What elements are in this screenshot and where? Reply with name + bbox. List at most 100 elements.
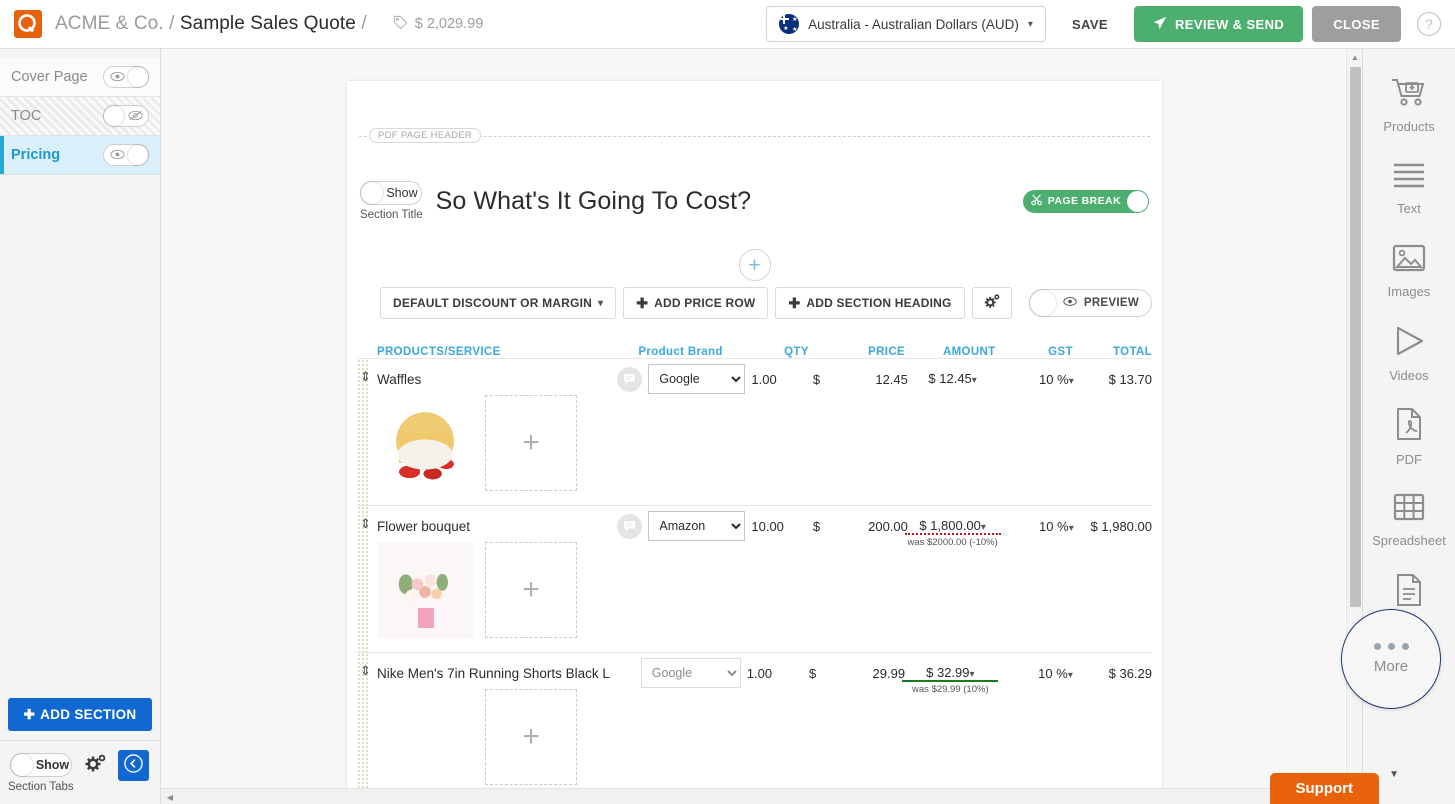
forms-document-icon — [1395, 573, 1423, 612]
drag-handle-icon[interactable]: ⇕ — [360, 664, 371, 677]
row-amount-value[interactable]: $ 12.45 — [928, 371, 971, 386]
currency-selector[interactable]: ★ ★ ★ Australia - Australian Dollars (AU… — [766, 6, 1046, 42]
chevron-down-icon[interactable]: ▾ — [972, 375, 977, 386]
rail-item-pdf[interactable]: PDF — [1363, 395, 1455, 478]
document-canvas: PDF PAGE HEADER Show Section Title So Wh… — [161, 49, 1345, 790]
add-section-heading-button[interactable]: ✚ ADD SECTION HEADING — [775, 287, 964, 319]
add-price-row-button[interactable]: ✚ ADD PRICE ROW — [623, 287, 768, 319]
column-header-price[interactable]: PRICE — [809, 346, 905, 358]
plus-icon: ✚ — [24, 707, 36, 723]
help-icon[interactable]: ? — [1417, 12, 1441, 36]
add-row-image-button[interactable]: + — [485, 542, 577, 638]
row-brand-select[interactable]: Google — [648, 364, 745, 394]
rail-item-label: Spreadsheet — [1372, 533, 1446, 548]
row-brand-select[interactable]: Google — [641, 658, 741, 688]
scroll-up-arrow-icon[interactable]: ▲ — [1347, 49, 1363, 65]
cover-page-visibility-toggle[interactable] — [103, 66, 149, 88]
row-product-name[interactable]: Waffles — [377, 372, 617, 387]
sidebar-item-pricing[interactable]: Pricing — [0, 136, 160, 175]
scroll-left-arrow-icon[interactable]: ◀ — [162, 789, 178, 804]
column-header-brand[interactable]: Product Brand — [620, 346, 741, 358]
rail-item-products[interactable]: Products — [1363, 63, 1455, 146]
row-amount-value[interactable]: $ 32.99 — [926, 665, 969, 680]
chevron-down-icon[interactable]: ▾ — [981, 522, 986, 533]
collapse-sidebar-button[interactable] — [118, 750, 149, 781]
rail-item-text[interactable]: Text — [1363, 146, 1455, 229]
column-header-amount[interactable]: AMOUNT — [905, 346, 996, 358]
breadcrumb-company[interactable]: ACME & Co. — [55, 13, 164, 34]
preview-toggle[interactable]: PREVIEW — [1029, 289, 1152, 317]
column-header-gst[interactable]: GST — [996, 346, 1073, 358]
add-section-button[interactable]: ✚ ADD SECTION — [8, 698, 152, 731]
pricing-visibility-toggle[interactable] — [103, 144, 149, 166]
row-brand-select[interactable]: Amazon — [648, 511, 745, 541]
page-title[interactable]: So What's It Going To Cost? — [436, 187, 752, 216]
app-logo-icon[interactable] — [14, 10, 42, 38]
page-break-toggle[interactable]: PAGE BREAK — [1023, 190, 1149, 213]
waffles-photo[interactable] — [377, 395, 473, 491]
sidebar-footer: Show Section Tabs — [0, 740, 160, 804]
breadcrumb-document[interactable]: Sample Sales Quote — [180, 13, 356, 34]
rail-item-spreadsheet[interactable]: Spreadsheet — [1363, 478, 1455, 561]
column-header-total[interactable]: TOTAL — [1073, 346, 1152, 358]
row-gst[interactable]: 10 %▾ — [996, 666, 1073, 681]
nike-shorts-photo[interactable] — [377, 689, 473, 785]
text-lines-icon — [1391, 160, 1427, 195]
row-amount-value[interactable]: $ 1,800.00 — [919, 518, 980, 533]
pdf-page-header-divider: PDF PAGE HEADER — [359, 136, 1150, 137]
pdf-page-header-chip: PDF PAGE HEADER — [369, 128, 481, 143]
row-was-note: was $2000.00 (-10%) — [907, 537, 997, 548]
drag-handle-icon[interactable]: ⇕ — [360, 517, 371, 530]
add-row-image-button[interactable]: + — [485, 395, 577, 491]
add-content-block-button[interactable]: + — [739, 249, 771, 281]
row-product-name[interactable]: Nike Men's 7in Running Shorts Black L — [377, 666, 620, 681]
default-discount-or-margin-button[interactable]: DEFAULT DISCOUNT OR MARGIN ▾ — [380, 287, 616, 319]
row-qty[interactable]: 10.00 — [745, 519, 812, 534]
row-gst-value: 10 % — [1038, 666, 1068, 681]
add-price-row-label: ADD PRICE ROW — [654, 296, 755, 310]
row-product-name[interactable]: Flower bouquet — [377, 519, 617, 534]
row-images: + — [357, 395, 1152, 505]
more-tools-button[interactable]: More — [1341, 609, 1441, 709]
review-and-send-button[interactable]: REVIEW & SEND — [1134, 6, 1303, 42]
drag-handle-icon[interactable]: ⇕ — [360, 370, 371, 383]
canvas-horizontal-scrollbar[interactable]: ◀ — [161, 788, 1345, 804]
row-qty[interactable]: 1.00 — [741, 666, 809, 681]
column-header-qty[interactable]: QTY — [741, 346, 809, 358]
plus-icon: ✚ — [636, 295, 648, 312]
sidebar-item-toc[interactable]: TOC — [0, 97, 160, 136]
eye-icon — [110, 148, 125, 165]
save-button[interactable]: SAVE — [1055, 6, 1125, 42]
close-button[interactable]: CLOSE — [1312, 6, 1401, 42]
row-gst-value: 10 % — [1039, 519, 1069, 534]
sidebar-item-cover-page[interactable]: Cover Page — [0, 58, 160, 97]
flower-bouquet-photo[interactable] — [377, 542, 473, 638]
pricing-toolbar: DEFAULT DISCOUNT OR MARGIN ▾ ✚ ADD PRICE… — [380, 287, 1152, 319]
row-qty[interactable]: 1.00 — [745, 372, 812, 387]
chevron-down-icon[interactable]: ▾ — [970, 669, 975, 680]
gear-icon[interactable] — [84, 752, 108, 779]
row-amount: $ 12.45▾ — [908, 370, 997, 388]
row-comment-icon[interactable] — [617, 367, 642, 392]
rail-item-label: Text — [1397, 201, 1421, 216]
play-triangle-icon — [1392, 325, 1426, 362]
section-title-toggle[interactable]: Show — [360, 181, 422, 205]
section-tabs-toggle[interactable]: Show — [10, 753, 72, 777]
quote-total[interactable]: $ 2,029.99 — [393, 15, 484, 34]
rail-item-images[interactable]: Images — [1363, 229, 1455, 312]
row-price[interactable]: $ 12.45 — [813, 372, 908, 387]
row-comment-icon[interactable] — [617, 514, 642, 539]
add-row-image-button[interactable]: + — [485, 689, 577, 785]
row-gst[interactable]: 10 %▾ — [997, 519, 1073, 534]
rail-item-videos[interactable]: Videos — [1363, 312, 1455, 395]
row-price[interactable]: $ 200.00 — [813, 519, 908, 534]
vertical-scroll-thumb[interactable] — [1350, 67, 1361, 607]
pricing-settings-button[interactable] — [972, 287, 1012, 319]
column-header-product[interactable]: PRODUCTS/SERVICE — [377, 346, 620, 358]
row-gst[interactable]: 10 %▾ — [997, 372, 1073, 387]
support-button[interactable]: Support — [1270, 773, 1380, 804]
toc-visibility-toggle[interactable] — [103, 105, 149, 127]
support-caret-down-icon[interactable]: ▼ — [1389, 769, 1399, 780]
row-price[interactable]: $ 29.99 — [809, 666, 905, 681]
row-amount: $ 32.99▾ was $29.99 (10%) — [905, 664, 995, 682]
